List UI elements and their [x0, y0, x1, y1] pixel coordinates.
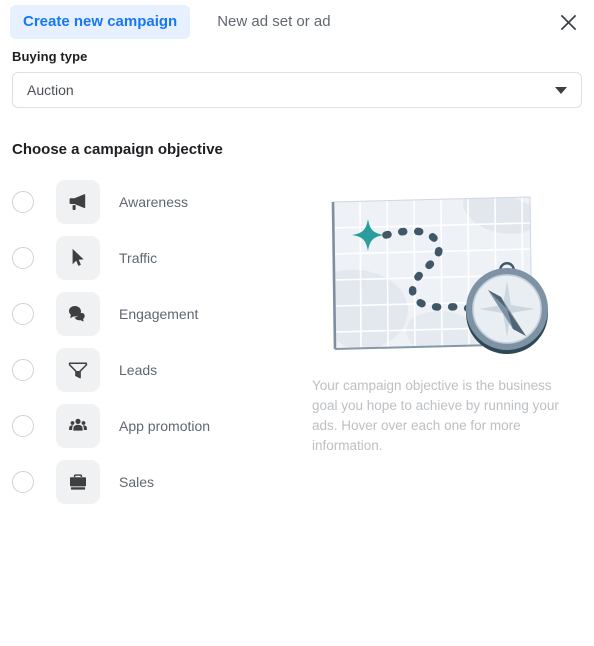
- objective-list: Awareness Traffic Engagement Leads App p…: [0, 180, 300, 516]
- megaphone-icon: [69, 194, 86, 210]
- objective-row-awareness[interactable]: Awareness: [0, 180, 300, 224]
- objective-label-awareness: Awareness: [119, 194, 189, 210]
- radio-engagement[interactable]: [12, 303, 34, 325]
- radio-awareness[interactable]: [12, 191, 34, 213]
- objective-icon-tile: [56, 236, 100, 280]
- objective-row-engagement[interactable]: Engagement: [0, 292, 300, 336]
- chevron-down-icon: [555, 86, 567, 94]
- tab-create-new-campaign[interactable]: Create new campaign: [10, 5, 191, 39]
- objective-row-sales[interactable]: Sales: [0, 460, 300, 504]
- objective-description: Your campaign objective is the business …: [312, 378, 559, 453]
- page-title: Choose a campaign objective: [12, 141, 223, 158]
- tab-new-ad-set-or-ad[interactable]: New ad set or ad: [204, 5, 343, 39]
- radio-traffic[interactable]: [12, 247, 34, 269]
- close-button[interactable]: [554, 8, 582, 36]
- objective-icon-tile: [56, 460, 100, 504]
- briefcase-icon: [70, 474, 86, 490]
- objective-label-traffic: Traffic: [119, 250, 158, 266]
- buying-type-label: Buying type: [12, 49, 88, 64]
- dialog-tabbar: Create new campaign New ad set or ad: [0, 0, 594, 44]
- objective-row-leads[interactable]: Leads: [0, 348, 300, 392]
- radio-leads[interactable]: [12, 359, 34, 381]
- buying-type-value: Auction: [27, 82, 74, 98]
- create-campaign-dialog: Create new campaign New ad set or ad Buy…: [0, 0, 594, 646]
- objective-label-leads: Leads: [119, 362, 158, 378]
- objective-icon-tile: [56, 348, 100, 392]
- objective-label-engagement: Engagement: [119, 306, 199, 322]
- funnel-icon: [68, 362, 88, 379]
- speech-bubbles-icon: [69, 306, 85, 322]
- buying-type-select[interactable]: Auction: [12, 72, 582, 108]
- objective-row-traffic[interactable]: Traffic: [0, 236, 300, 280]
- tab-new-ad-set-or-ad-label: New ad set or ad: [217, 13, 331, 30]
- cursor-arrow-icon: [72, 248, 84, 266]
- objective-row-app-promotion[interactable]: App promotion: [0, 404, 300, 448]
- people-group-icon: [69, 418, 87, 431]
- objective-label-sales: Sales: [119, 474, 155, 490]
- radio-app-promotion[interactable]: [12, 415, 34, 437]
- objective-icon-tile: [56, 404, 100, 448]
- radio-sales[interactable]: [12, 471, 34, 493]
- objective-icon-tile: [56, 292, 100, 336]
- objective-icon-tile: [56, 180, 100, 224]
- map-with-compass-illustration: [331, 196, 548, 354]
- close-icon: [560, 14, 576, 30]
- tab-create-new-campaign-label: Create new campaign: [23, 13, 178, 30]
- objective-info-panel: Your campaign objective is the business …: [310, 186, 582, 456]
- objective-label-app-promotion: App promotion: [119, 418, 211, 434]
